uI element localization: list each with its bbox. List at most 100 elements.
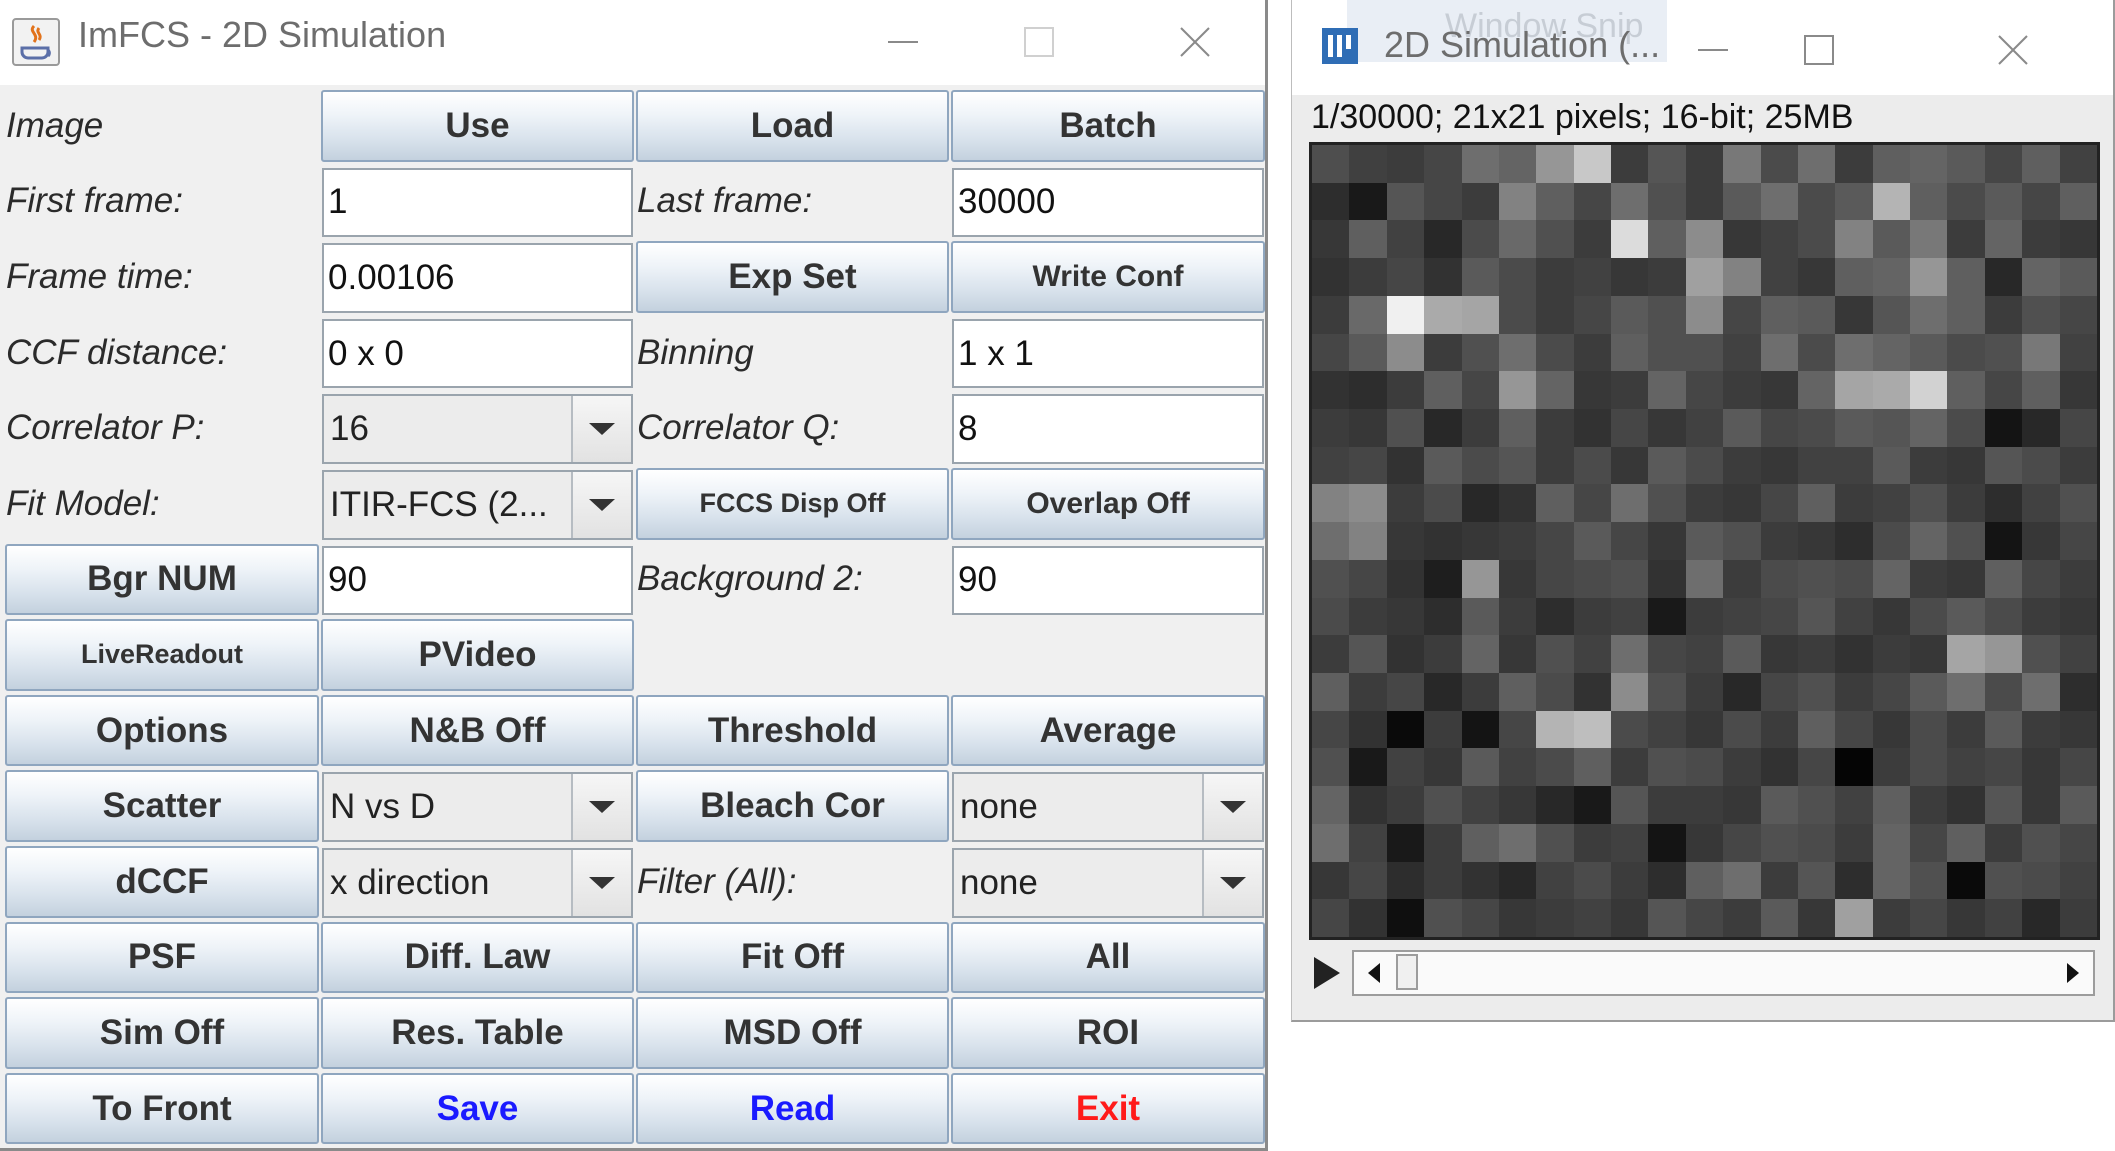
image-pixel: [1835, 145, 1873, 183]
average-button[interactable]: Average: [951, 694, 1265, 767]
background-2-field[interactable]: 90: [952, 545, 1264, 616]
read-button[interactable]: Read: [636, 1072, 949, 1145]
image-pixel: [1611, 145, 1649, 183]
image-pixel: [1797, 861, 1836, 900]
bleach-cor-button[interactable]: Bleach Cor: [636, 770, 949, 842]
image-pixel: [1723, 559, 1761, 598]
image-pixel: [1872, 484, 1911, 523]
chevron-down-icon[interactable]: [571, 471, 631, 538]
image-pixel: [1424, 522, 1462, 560]
batch-button[interactable]: Batch: [951, 90, 1265, 162]
image-titlebar[interactable]: Window Snip 2D Simulation (...: [1292, 0, 2113, 95]
correlator-q-field[interactable]: 8: [952, 394, 1264, 464]
to-front-button[interactable]: To Front: [5, 1072, 319, 1145]
close-icon[interactable]: [1978, 22, 2048, 78]
maximize-icon[interactable]: [1004, 14, 1074, 70]
image-info: 1/30000; 21x21 pixels; 16-bit; 25MB: [1311, 98, 1854, 136]
first-frame-field[interactable]: 1: [322, 167, 633, 238]
image-pixel: [1386, 861, 1425, 900]
image-pixel: [1760, 258, 1798, 296]
psf-button[interactable]: PSF: [5, 921, 319, 994]
close-icon[interactable]: [1160, 14, 1230, 70]
image-pixel: [1498, 673, 1537, 711]
minimize-icon[interactable]: [868, 14, 938, 70]
dccf-direction-select[interactable]: x direction: [322, 847, 633, 918]
correlator-p-select[interactable]: 16: [322, 394, 633, 464]
correlator-q-label: Correlator Q:: [637, 408, 840, 448]
image-pixel: [2059, 559, 2097, 598]
maximize-icon[interactable]: [1784, 22, 1854, 78]
options-button[interactable]: Options: [5, 694, 319, 767]
image-pixel: [1312, 145, 1350, 183]
exp-set-button[interactable]: Exp Set: [636, 241, 949, 313]
image-pixel: [1648, 635, 1686, 673]
overlap-button[interactable]: Overlap Off: [951, 467, 1265, 540]
image-pixel: [2059, 409, 2097, 447]
threshold-button[interactable]: Threshold: [636, 694, 949, 767]
image-pixel: [1648, 861, 1686, 900]
background-field[interactable]: 90: [322, 545, 633, 616]
sim-button[interactable]: Sim Off: [5, 997, 319, 1069]
image-pixel: [1573, 786, 1612, 824]
image-pixel: [1611, 258, 1649, 296]
scroll-left-icon[interactable]: [1354, 952, 1394, 994]
binning-field[interactable]: 1 x 1: [952, 318, 1264, 389]
image-pixel: [1723, 522, 1761, 560]
image-pixel: [1498, 597, 1537, 636]
nb-button[interactable]: N&B Off: [321, 694, 634, 767]
chevron-down-icon[interactable]: [571, 396, 631, 462]
scatter-button[interactable]: Scatter: [5, 770, 319, 842]
bgr-num-button[interactable]: Bgr NUM: [5, 543, 319, 616]
use-button[interactable]: Use: [321, 90, 634, 162]
res-table-button[interactable]: Res. Table: [321, 997, 634, 1069]
image-pixel: [1424, 220, 1462, 259]
image-pixel: [1648, 823, 1686, 862]
pvideo-button[interactable]: PVideo: [321, 619, 634, 691]
image-pixel: [2022, 597, 2060, 636]
image-canvas[interactable]: [1309, 142, 2100, 940]
play-icon[interactable]: [1312, 955, 1342, 991]
image-pixel: [1461, 333, 1499, 372]
dccf-button[interactable]: dCCF: [5, 845, 319, 918]
roi-button[interactable]: ROI: [951, 997, 1265, 1069]
image-pixel: [1797, 522, 1836, 560]
image-pixel: [2022, 823, 2060, 862]
bleach-cor-select[interactable]: none: [952, 772, 1264, 842]
image-pixel: [1424, 635, 1462, 673]
image-pixel: [2059, 861, 2097, 900]
image-pixel: [1573, 823, 1612, 862]
imfcs-titlebar[interactable]: ImFCS - 2D Simulation: [0, 0, 1265, 85]
fit-model-select[interactable]: ITIR-FCS (2...: [322, 469, 633, 540]
last-frame-field[interactable]: 30000: [952, 167, 1264, 238]
image-pixel: [1984, 899, 2023, 937]
image-pixel: [1424, 748, 1462, 787]
scroll-thumb[interactable]: [1396, 954, 1418, 990]
filter-select[interactable]: none: [952, 847, 1264, 918]
minimize-icon[interactable]: [1678, 22, 1748, 78]
save-button[interactable]: Save: [321, 1072, 634, 1145]
fit-button[interactable]: Fit Off: [636, 921, 949, 994]
scatter-select[interactable]: N vs D: [322, 772, 633, 842]
chevron-down-icon[interactable]: [571, 774, 631, 840]
exit-button[interactable]: Exit: [951, 1072, 1265, 1145]
image-pixel: [1573, 371, 1612, 409]
chevron-down-icon[interactable]: [1202, 774, 1262, 840]
diff-law-button[interactable]: Diff. Law: [321, 921, 634, 994]
load-button[interactable]: Load: [636, 90, 949, 162]
frame-scrollbar[interactable]: [1352, 950, 2095, 996]
all-button[interactable]: All: [951, 921, 1265, 994]
ccf-distance-field[interactable]: 0 x 0: [322, 318, 633, 389]
last-frame-label: Last frame:: [637, 181, 813, 221]
image-pixel: [1797, 748, 1836, 787]
live-readout-button[interactable]: LiveReadout: [5, 619, 319, 691]
chevron-down-icon[interactable]: [571, 849, 631, 916]
write-conf-button[interactable]: Write Conf: [951, 241, 1265, 313]
fccs-disp-button[interactable]: FCCS Disp Off: [636, 467, 949, 540]
scroll-right-icon[interactable]: [2053, 952, 2093, 994]
msd-button[interactable]: MSD Off: [636, 997, 949, 1069]
frame-time-field[interactable]: 0.00106: [322, 243, 633, 313]
image-pixel: [1312, 446, 1350, 485]
image-pixel: [1498, 295, 1537, 334]
image-pixel: [1760, 559, 1798, 598]
chevron-down-icon[interactable]: [1202, 849, 1262, 916]
